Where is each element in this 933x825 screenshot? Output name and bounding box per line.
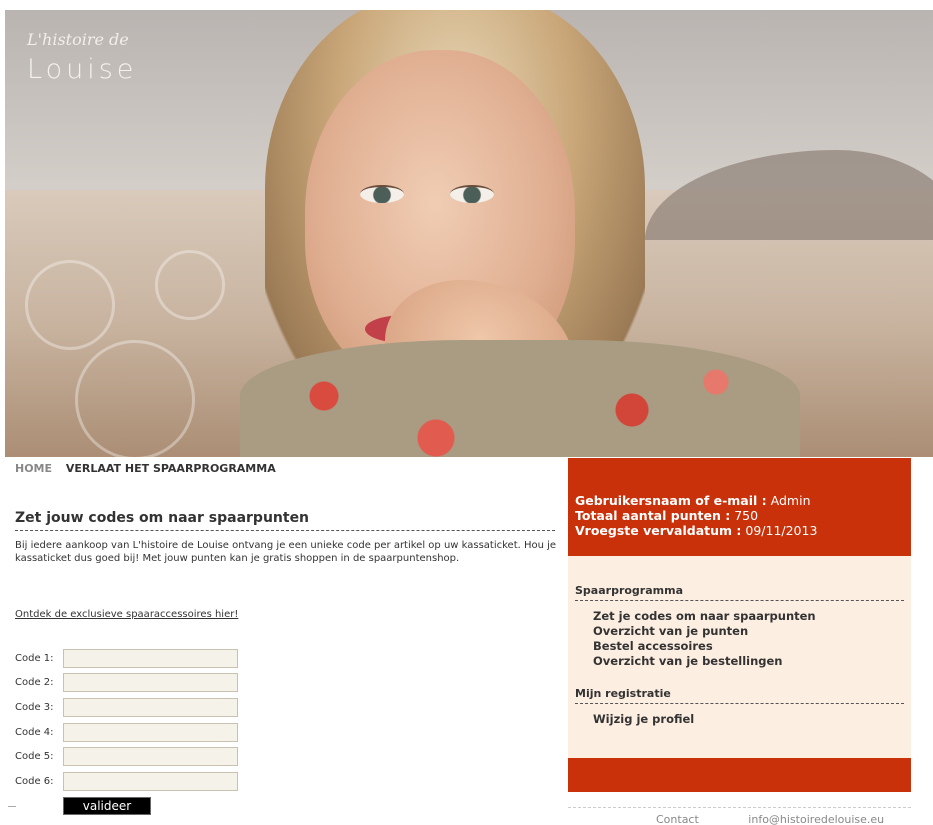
username-label: Gebruikersnaam of e-mail : <box>575 493 767 508</box>
intro-text: Bij iedere aankoop van L'histoire de Lou… <box>15 540 557 564</box>
footer-divider <box>568 807 911 808</box>
nav-leave-program-link[interactable]: VERLAAT HET SPAARPROGRAMMA <box>66 462 276 475</box>
sidebar-item-edit-profile[interactable]: Wijzig je profiel <box>593 712 904 727</box>
hero-eye-right <box>450 185 494 203</box>
section-heading-savings: Spaarprogramma <box>575 584 904 601</box>
footer-contact-link[interactable]: Contact <box>656 813 699 825</box>
main-content: Zet jouw codes om naar spaarpunten Bij i… <box>15 510 560 620</box>
nav-home-link[interactable]: HOME <box>15 462 52 475</box>
sidebar-item-order-accessories[interactable]: Bestel accessoires <box>593 639 904 654</box>
logo-main: Louise <box>27 54 138 85</box>
code-1-input[interactable] <box>63 648 238 668</box>
username-value: Admin <box>770 493 811 508</box>
ornament-swirl <box>75 340 195 457</box>
validate-button[interactable]: valideer <box>63 797 151 815</box>
code-2-input[interactable] <box>63 673 238 693</box>
username-row: Gebruikersnaam of e-mail : Admin <box>575 493 911 508</box>
expiry-value: 09/11/2013 <box>745 523 818 538</box>
discover-accessories-link[interactable]: Ontdek de exclusieve spaaraccessoires hi… <box>15 609 238 620</box>
code-row: Code 2: <box>15 671 238 696</box>
code-row: Code 1: <box>15 646 238 671</box>
points-row: Totaal aantal punten : 750 <box>575 508 911 523</box>
sidebar-item-points-overview[interactable]: Overzicht van je punten <box>593 624 904 639</box>
code-label: Code 5: <box>15 751 54 763</box>
points-label: Totaal aantal punten : <box>575 508 731 523</box>
sidebar: Gebruikersnaam of e-mail : Admin Totaal … <box>568 458 911 792</box>
brand-logo[interactable]: L'histoire de Louise <box>25 30 150 100</box>
code-row: Code 6: <box>15 769 238 794</box>
hero-image: L'histoire de Louise <box>5 10 933 457</box>
code-label: Code 1: <box>15 652 54 664</box>
ornament-swirl <box>155 250 225 320</box>
savings-menu-list: Zet je codes om naar spaarpunten Overzic… <box>575 601 904 669</box>
code-row: Code 4: <box>15 720 238 745</box>
code-row: Code 3: <box>15 695 238 720</box>
code-label: Code 6: <box>15 775 54 787</box>
top-nav: HOME VERLAAT HET SPAARPROGRAMMA <box>15 462 286 475</box>
code-5-input[interactable] <box>63 747 238 767</box>
registration-menu-list: Wijzig je profiel <box>575 704 904 727</box>
code-3-input[interactable] <box>63 697 238 717</box>
points-value: 750 <box>734 508 759 523</box>
code-label: Code 4: <box>15 726 54 738</box>
ornament-swirl <box>25 260 115 350</box>
expiry-row: Vroegste vervaldatum : 09/11/2013 <box>575 523 911 538</box>
expiry-label: Vroegste vervaldatum : <box>575 523 742 538</box>
footer-email-link[interactable]: info@histoiredelouise.eu <box>748 813 884 825</box>
hero-shirt <box>240 340 800 457</box>
footer: Contact info@histoiredelouise.eu <box>656 813 930 825</box>
sidebar-item-orders-overview[interactable]: Overzicht van je bestellingen <box>593 654 904 669</box>
code-form: Code 1: Code 2: Code 3: Code 4: Code 5: … <box>15 646 238 794</box>
logo-script: L'histoire de <box>27 30 129 49</box>
sidebar-menu: Spaarprogramma Zet je codes om naar spaa… <box>568 556 911 758</box>
code-4-input[interactable] <box>63 722 238 742</box>
sidebar-footer-bar <box>568 758 911 792</box>
section-heading-registration: Mijn registratie <box>575 687 904 704</box>
code-row: Code 5: <box>15 744 238 769</box>
code-label: Code 3: <box>15 701 54 713</box>
code-label: Code 2: <box>15 677 54 689</box>
code-6-input[interactable] <box>63 771 238 791</box>
divider <box>8 806 16 807</box>
page-title: Zet jouw codes om naar spaarpunten <box>15 510 555 531</box>
user-info-box: Gebruikersnaam of e-mail : Admin Totaal … <box>568 458 911 556</box>
hero-eye-left <box>360 185 404 203</box>
sidebar-item-convert-codes[interactable]: Zet je codes om naar spaarpunten <box>593 609 904 624</box>
